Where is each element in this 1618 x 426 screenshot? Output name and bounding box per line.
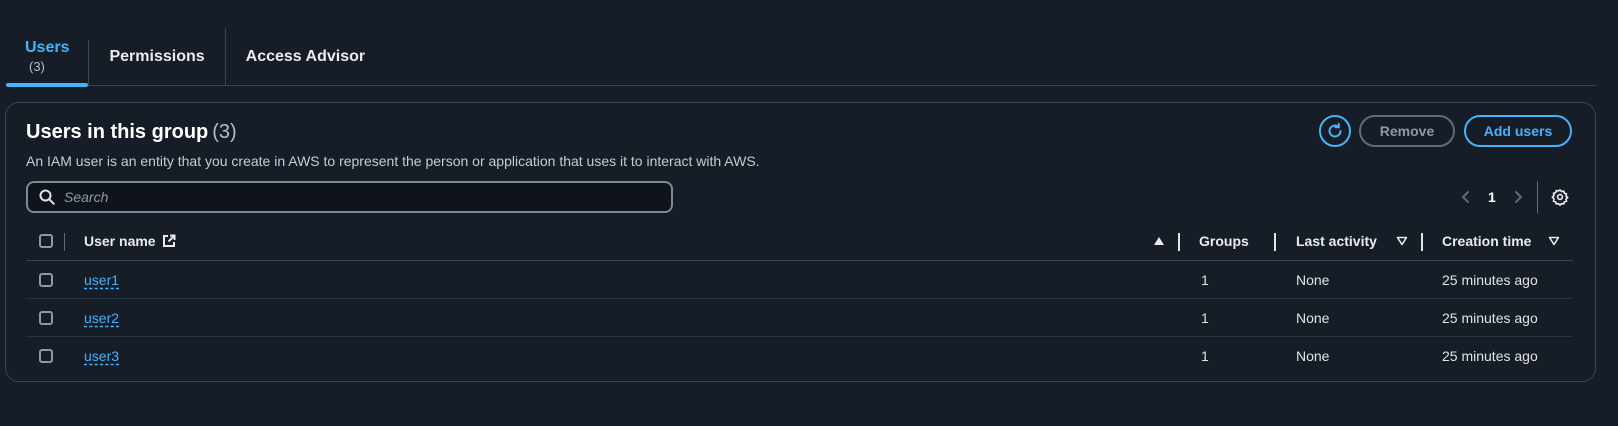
users-in-group-panel: Users in this group (3) An IAM user is an… (5, 102, 1596, 382)
page-number[interactable]: 1 (1488, 189, 1496, 205)
chevron-left-icon[interactable] (1456, 187, 1476, 207)
row-select-cell (39, 337, 53, 375)
row-checkbox[interactable] (39, 272, 53, 287)
user-link[interactable]: user2 (84, 310, 119, 326)
search-input[interactable] (64, 189, 644, 205)
refresh-icon (1326, 122, 1344, 140)
column-divider (64, 233, 65, 251)
table-row: user1 1 None 25 minutes ago (26, 261, 1573, 299)
tab-permissions-label: Permissions (109, 47, 205, 65)
column-creation-time[interactable]: Creation time (1442, 221, 1531, 260)
select-all-cell (39, 221, 53, 260)
chevron-right-icon[interactable] (1508, 187, 1528, 207)
external-link-icon[interactable] (162, 234, 176, 248)
column-user-name[interactable]: User name (84, 221, 176, 260)
row-checkbox[interactable] (39, 310, 53, 325)
panel-title-count: (3) (212, 121, 237, 143)
user-name-cell: user3 (84, 337, 119, 375)
panel-title: Users in this group (3) (26, 121, 237, 144)
column-user-name-label: User name (84, 232, 156, 249)
tab-users[interactable]: Users (3) (6, 28, 89, 87)
creation-time-cell: 25 minutes ago (1442, 271, 1538, 288)
sort-ascending-icon[interactable] (1153, 221, 1165, 260)
column-last-activity-label: Last activity (1296, 232, 1377, 249)
last-activity-cell: None (1296, 271, 1330, 288)
panel-description: An IAM user is an entity that you create… (26, 153, 760, 169)
user-name-cell: user2 (84, 299, 119, 336)
pager-divider (1537, 181, 1538, 213)
sort-descending-icon[interactable] (1396, 221, 1408, 260)
creation-time-cell: 25 minutes ago (1442, 309, 1538, 326)
column-divider[interactable] (1421, 233, 1423, 251)
search-field[interactable] (26, 181, 673, 213)
tab-permissions[interactable]: Permissions (89, 28, 224, 85)
groups-cell: 1 (1201, 309, 1209, 326)
table-row: user2 1 None 25 minutes ago (26, 299, 1573, 337)
column-groups-label: Groups (1199, 232, 1249, 249)
select-all-checkbox[interactable] (39, 233, 53, 248)
column-groups[interactable]: Groups (1199, 221, 1249, 260)
panel-title-text: Users in this group (26, 121, 209, 143)
groups-cell: 1 (1201, 348, 1209, 364)
sort-descending-icon[interactable] (1548, 221, 1560, 260)
column-last-activity[interactable]: Last activity (1296, 221, 1377, 260)
settings-gear-icon[interactable] (1548, 185, 1572, 209)
tab-users-label: Users (25, 39, 70, 56)
row-select-cell (39, 299, 53, 336)
user-name-cell: user1 (84, 261, 119, 298)
refresh-button[interactable] (1319, 115, 1351, 147)
user-link[interactable]: user1 (84, 272, 119, 288)
add-users-button[interactable]: Add users (1464, 115, 1572, 147)
page: Users (3) Permissions Access Advisor Use… (0, 0, 1618, 426)
tab-bar: Users (3) Permissions Access Advisor (6, 28, 1596, 87)
tab-access-advisor-label: Access Advisor (245, 47, 366, 65)
remove-button[interactable]: Remove (1359, 115, 1455, 147)
table-header: User name Groups Last activity Creation … (26, 221, 1573, 261)
tab-users-count: (3) (29, 59, 45, 74)
search-icon (38, 188, 56, 206)
table-row: user3 1 None 25 minutes ago (26, 337, 1573, 375)
last-activity-cell: None (1296, 348, 1330, 364)
users-table: User name Groups Last activity Creation … (26, 221, 1573, 375)
column-creation-time-label: Creation time (1442, 232, 1532, 249)
row-select-cell (39, 261, 53, 298)
user-link[interactable]: user3 (84, 348, 119, 364)
pagination: 1 (1456, 183, 1528, 211)
column-divider[interactable] (1178, 233, 1180, 251)
last-activity-cell: None (1296, 309, 1330, 326)
creation-time-cell: 25 minutes ago (1442, 348, 1538, 364)
column-divider[interactable] (1274, 233, 1276, 251)
groups-cell: 1 (1201, 271, 1209, 288)
row-checkbox[interactable] (39, 349, 53, 363)
tab-access-advisor[interactable]: Access Advisor (226, 28, 385, 85)
